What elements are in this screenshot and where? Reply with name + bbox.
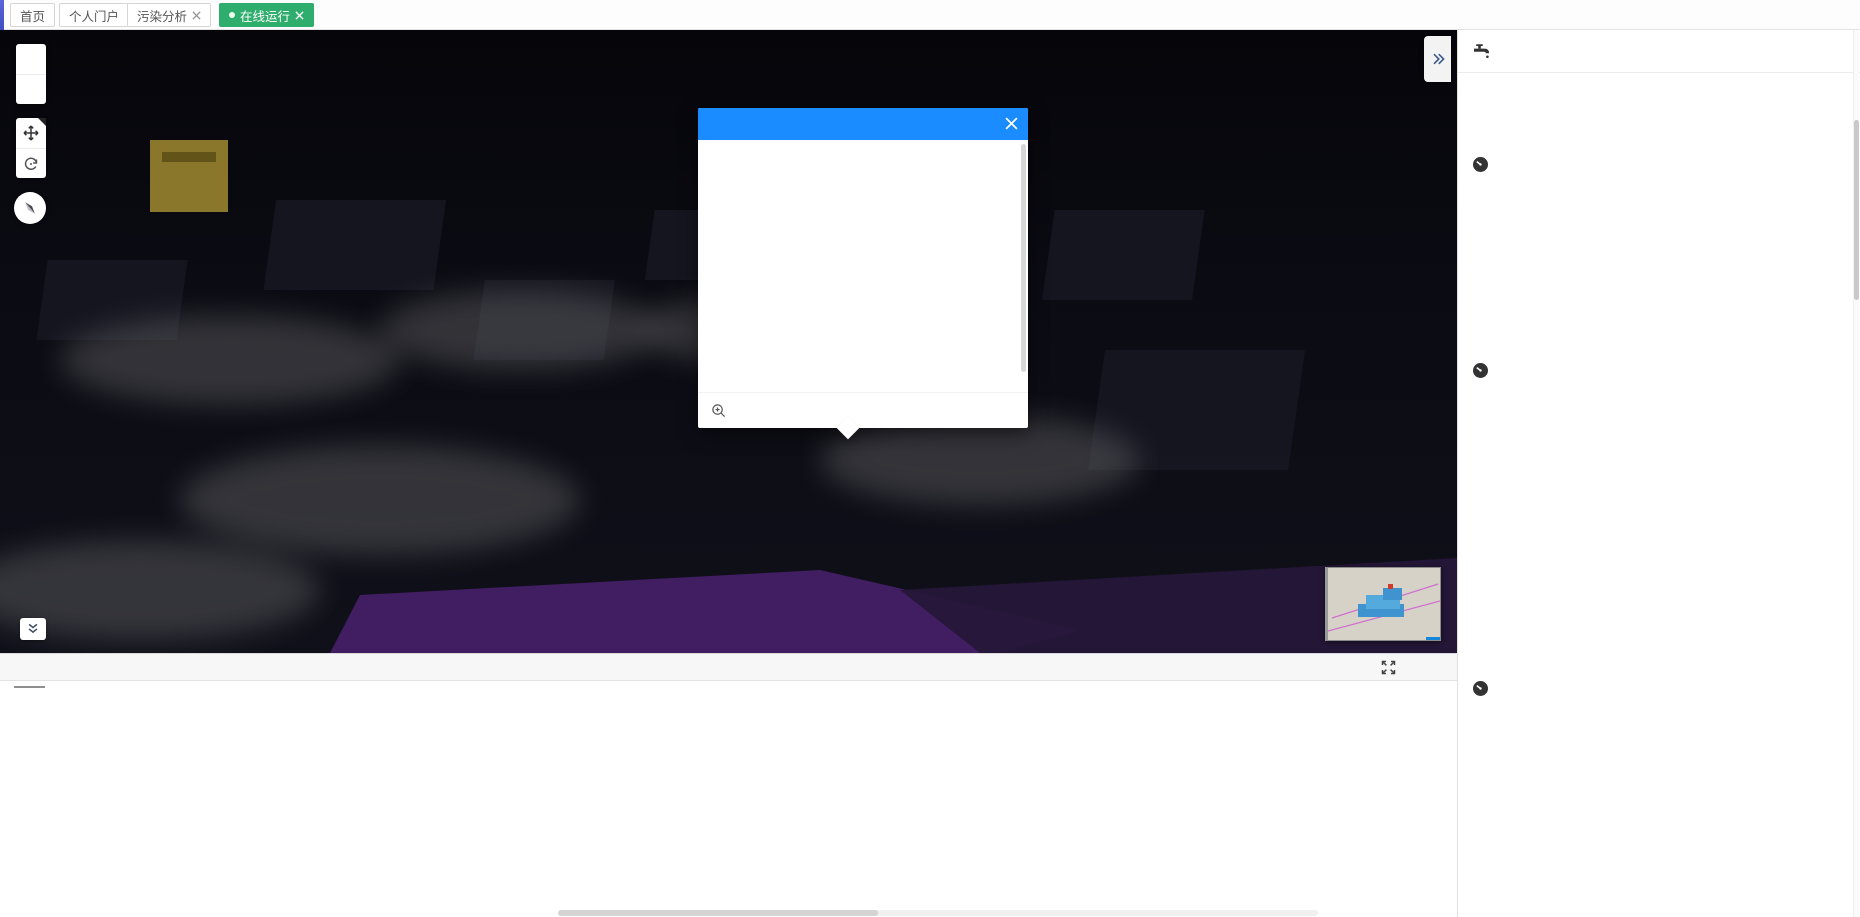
gauge-icon <box>1472 362 1489 383</box>
zoom-to-button[interactable] <box>698 392 1028 428</box>
minimap-mode-label[interactable] <box>1426 637 1440 640</box>
nav-tab[interactable]: 首页 <box>10 3 55 27</box>
map-zoom-in-button[interactable] <box>16 44 46 74</box>
tab-label: 污染分析 <box>137 6 187 25</box>
map-zoom-out-button[interactable] <box>16 74 46 104</box>
map-3d-viewport[interactable] <box>0 30 1457 653</box>
tab-bar: 首页 个人门户污染分析 在线运行 <box>0 0 1860 30</box>
active-dot-icon <box>229 12 235 18</box>
nav-tab[interactable]: 个人门户 <box>59 3 129 27</box>
popup-scrollbar[interactable] <box>1021 144 1026 372</box>
gauge-icon <box>1472 680 1489 701</box>
metric-tab-group <box>14 686 45 688</box>
map-nav-control <box>16 118 46 178</box>
difference-detail-panel <box>0 653 1457 917</box>
tab-label: 个人门户 <box>69 6 119 25</box>
rotate-icon[interactable] <box>16 148 46 178</box>
collapse-panel-down-button[interactable] <box>20 618 46 640</box>
divider <box>1458 72 1860 73</box>
minimap[interactable] <box>1325 567 1441 641</box>
tab-label: 在线运行 <box>240 6 290 25</box>
difference-chart <box>558 680 1455 912</box>
tab-close-icon[interactable] <box>192 11 201 20</box>
monitoring-point-popup <box>698 108 1028 428</box>
assist-analysis-sidebar <box>1457 30 1860 917</box>
faucet-icon <box>1472 41 1492 65</box>
chart-horizontal-scrollbar[interactable] <box>558 910 1318 916</box>
tab-label: 首页 <box>20 6 45 25</box>
left-accent-strip <box>0 0 4 30</box>
sidebar-scrollbar[interactable] <box>1853 30 1859 917</box>
expand-icon[interactable] <box>1380 659 1397 681</box>
nav-tab[interactable]: 污染分析 <box>127 3 211 27</box>
close-icon[interactable] <box>1005 117 1018 130</box>
collapse-sidebar-button[interactable] <box>1424 36 1451 82</box>
nav-tab[interactable]: 在线运行 <box>219 3 314 27</box>
tab-close-icon[interactable] <box>295 11 304 20</box>
nav-corner-flag <box>38 118 46 126</box>
gauge-icon <box>1472 156 1489 177</box>
popup-body <box>698 140 1028 392</box>
compass-reset-button[interactable] <box>14 192 46 224</box>
map-zoom-control <box>16 44 46 104</box>
